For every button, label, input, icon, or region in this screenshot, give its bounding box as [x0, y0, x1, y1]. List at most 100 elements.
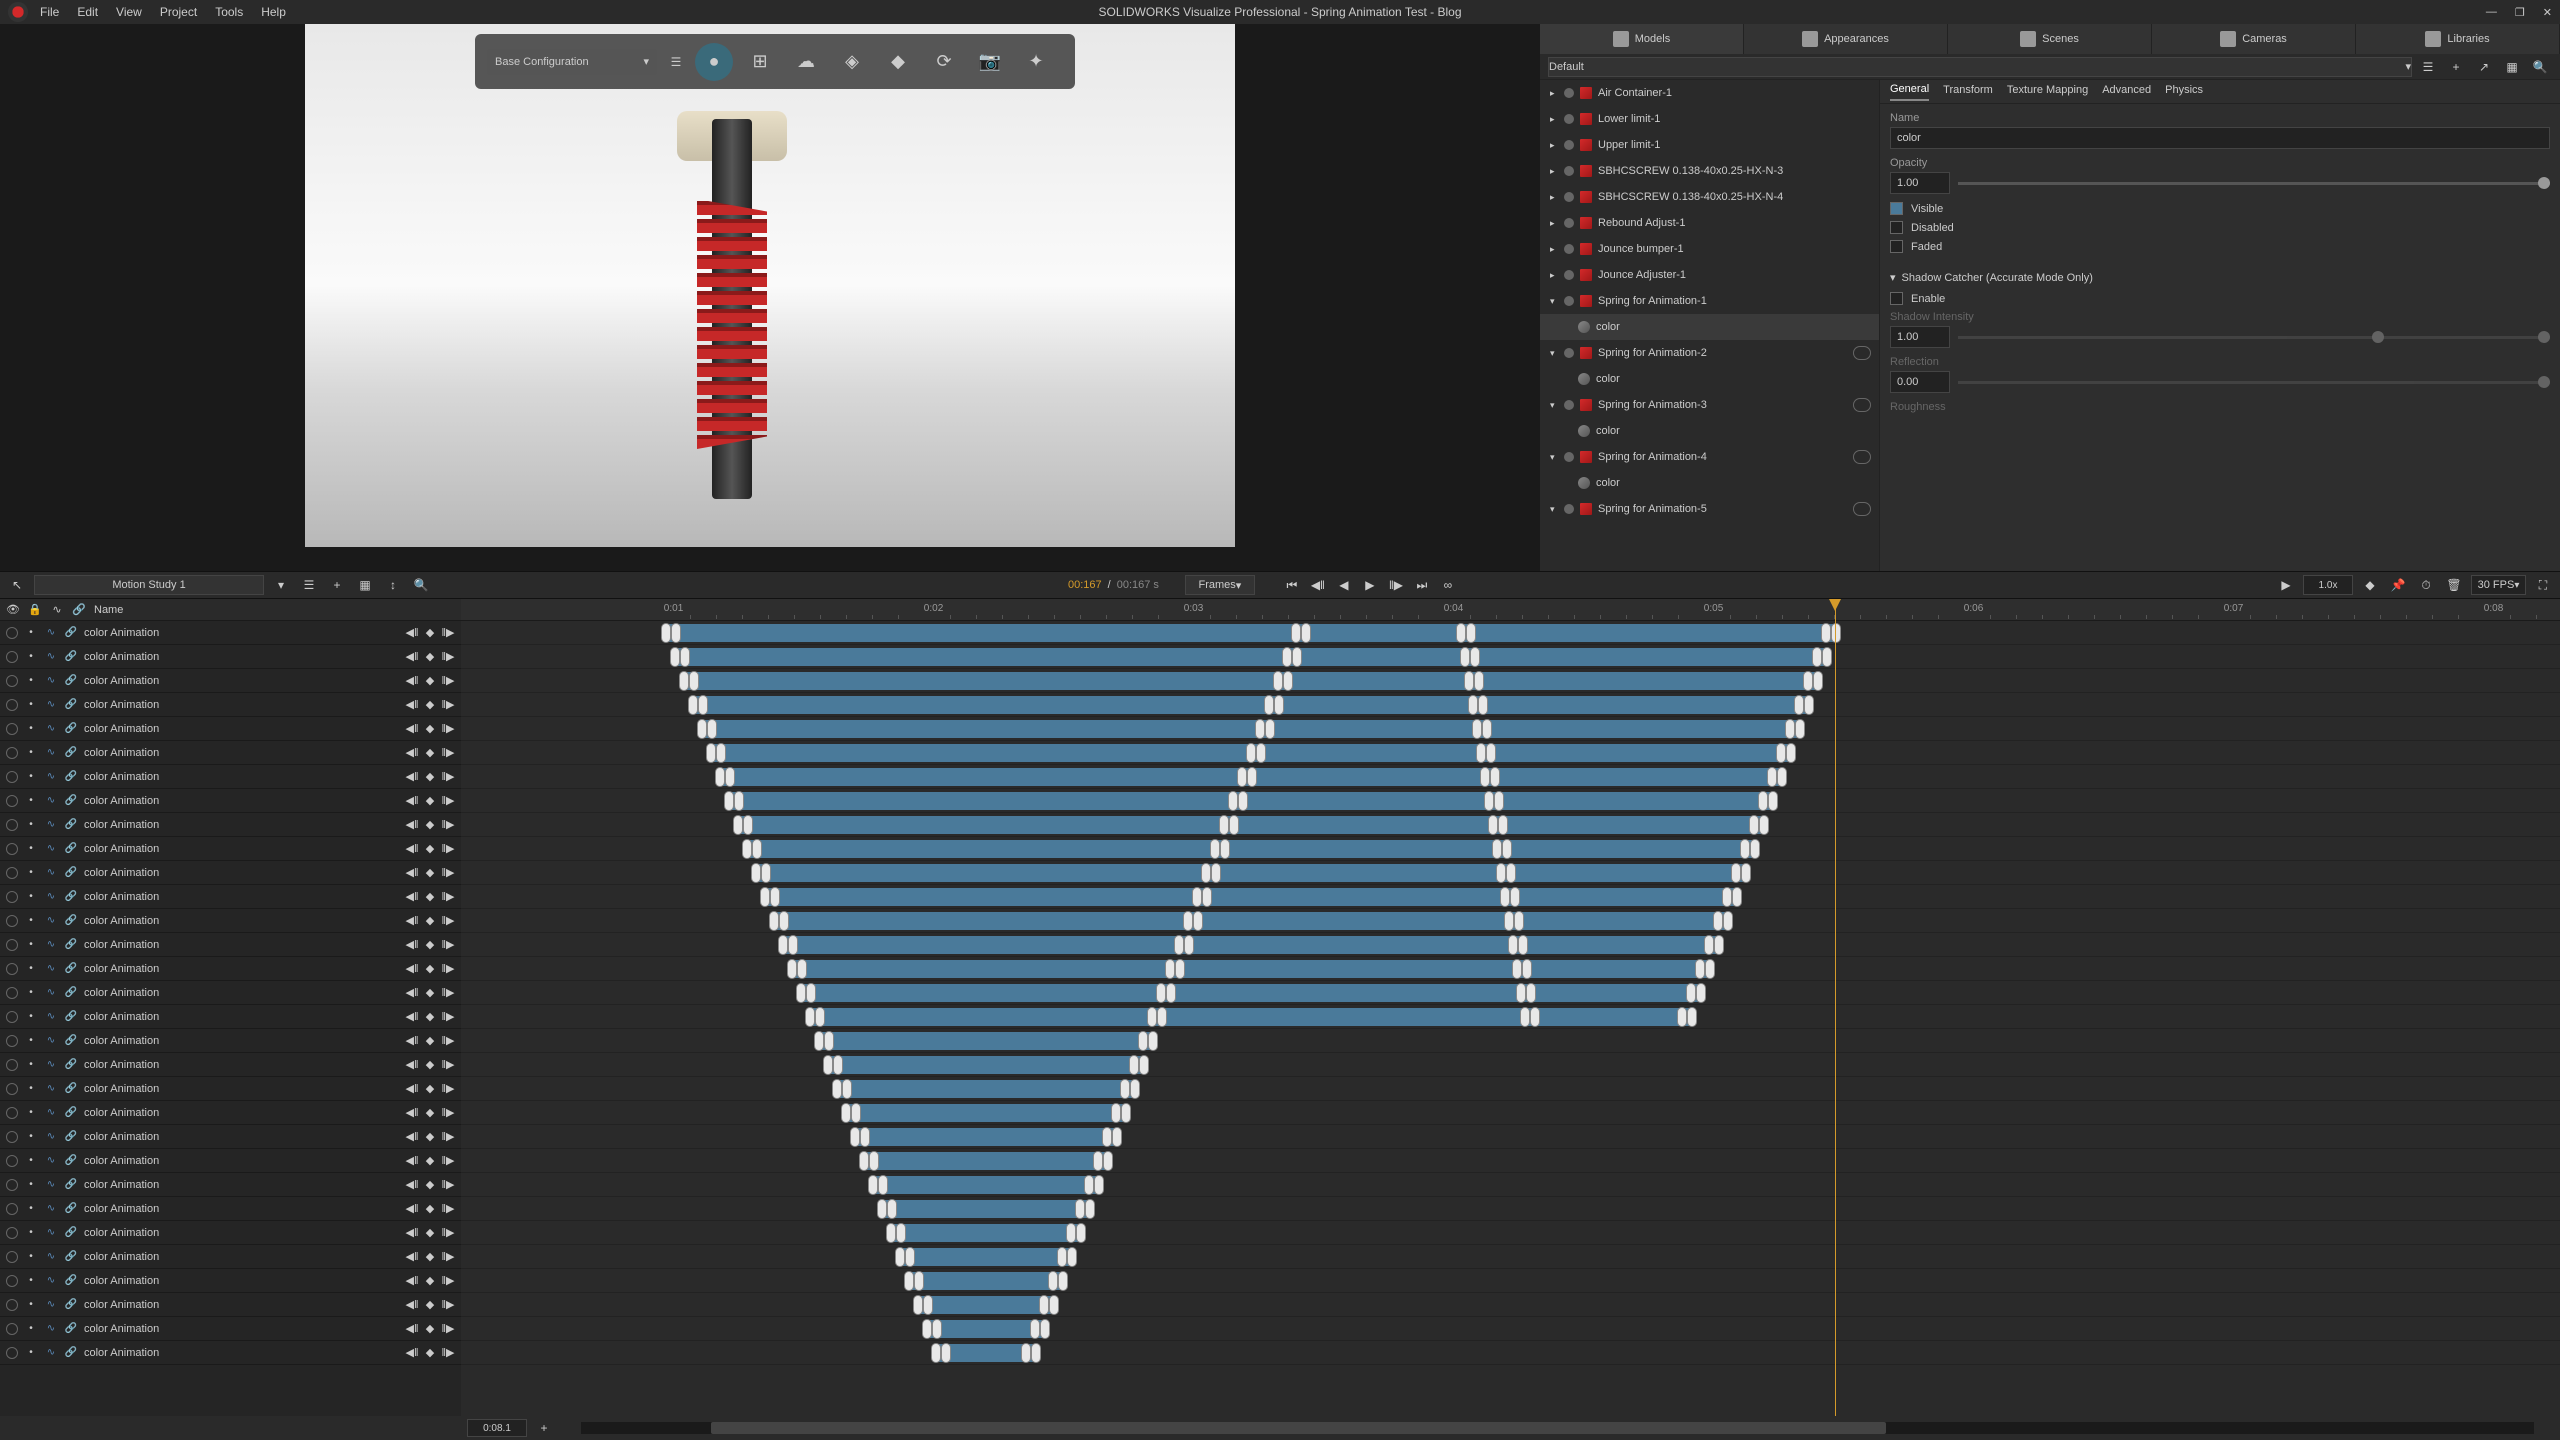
track-row[interactable]: •∿ 🔗 color Animation ◀‖ ◆ ‖▶ — [0, 1005, 461, 1029]
keyframe[interactable] — [1040, 1319, 1050, 1339]
next-key-icon[interactable]: ‖▶ — [441, 842, 455, 856]
keyframe[interactable] — [1238, 791, 1248, 811]
prev-key-icon[interactable]: ◀‖ — [405, 866, 419, 880]
eye-icon[interactable] — [6, 891, 18, 903]
keyframe[interactable] — [1500, 887, 1510, 907]
eye-icon[interactable] — [6, 1107, 18, 1119]
track-row[interactable]: •∿ 🔗 color Animation ◀‖ ◆ ‖▶ — [0, 861, 461, 885]
list-icon[interactable]: ☰ — [2416, 57, 2440, 77]
keyframe[interactable] — [1504, 911, 1514, 931]
key-icon[interactable]: ◆ — [423, 1274, 437, 1288]
tree-item[interactable]: color — [1540, 418, 1879, 444]
keyframe[interactable] — [1291, 623, 1301, 643]
keyframe-row[interactable] — [461, 957, 2560, 981]
keyframe[interactable] — [725, 767, 735, 787]
eye-icon[interactable] — [6, 963, 18, 975]
eye-icon[interactable] — [6, 795, 18, 807]
keyframe[interactable] — [1184, 935, 1194, 955]
keyframe-row[interactable] — [461, 1029, 2560, 1053]
keyframe[interactable] — [1705, 959, 1715, 979]
eye-icon[interactable] — [6, 819, 18, 831]
menu-edit[interactable]: Edit — [77, 5, 98, 19]
keyframe[interactable] — [1786, 743, 1796, 763]
keyframe-row[interactable] — [461, 1341, 2560, 1365]
keyframe[interactable] — [1488, 815, 1498, 835]
keyframe-row[interactable] — [461, 789, 2560, 813]
keyframe-row[interactable] — [461, 1221, 2560, 1245]
keyframe[interactable] — [1496, 863, 1506, 883]
track-row[interactable]: •∿ 🔗 color Animation ◀‖ ◆ ‖▶ — [0, 741, 461, 765]
tab-models[interactable]: Models — [1540, 24, 1744, 54]
keyframe[interactable] — [1470, 647, 1480, 667]
keyframe[interactable] — [1492, 839, 1502, 859]
keyframe[interactable] — [787, 959, 797, 979]
keyframe[interactable] — [1220, 839, 1230, 859]
keyframe[interactable] — [1265, 719, 1275, 739]
eye-icon[interactable] — [6, 1275, 18, 1287]
next-key-icon[interactable]: ‖▶ — [441, 746, 455, 760]
keyframe[interactable] — [1804, 695, 1814, 715]
render-mode-2-icon[interactable]: ⊞ — [741, 43, 779, 81]
keyframe[interactable] — [1066, 1223, 1076, 1243]
keyframe-row[interactable] — [461, 693, 2560, 717]
prev-key-icon[interactable]: ◀‖ — [405, 1154, 419, 1168]
track-row[interactable]: •∿ 🔗 color Animation ◀‖ ◆ ‖▶ — [0, 1197, 461, 1221]
keyframe[interactable] — [1274, 695, 1284, 715]
track-row[interactable]: •∿ 🔗 color Animation ◀‖ ◆ ‖▶ — [0, 1029, 461, 1053]
keyframe[interactable] — [1821, 623, 1831, 643]
keyframe[interactable] — [1687, 1007, 1697, 1027]
keyframe-row[interactable] — [461, 1125, 2560, 1149]
key-icon[interactable]: ◆ — [423, 770, 437, 784]
visibility-icon[interactable] — [1853, 502, 1871, 516]
keyframe[interactable] — [1526, 983, 1536, 1003]
track-row[interactable]: •∿ 🔗 color Animation ◀‖ ◆ ‖▶ — [0, 1053, 461, 1077]
keyframe[interactable] — [842, 1079, 852, 1099]
keyframe[interactable] — [734, 791, 744, 811]
next-key-icon[interactable]: ‖▶ — [441, 866, 455, 880]
keyframe[interactable] — [1219, 815, 1229, 835]
loop-icon[interactable]: ∞ — [1437, 574, 1459, 596]
prev-key-icon[interactable]: ◀‖ — [405, 1178, 419, 1192]
next-key-icon[interactable]: ‖▶ — [441, 890, 455, 904]
keyframe-row[interactable] — [461, 981, 2560, 1005]
key-icon[interactable]: ◆ — [423, 938, 437, 952]
next-key-icon[interactable]: ‖▶ — [441, 1058, 455, 1072]
tree-item[interactable]: color — [1540, 366, 1879, 392]
list-icon[interactable]: ☰ — [298, 574, 320, 596]
keyframe[interactable] — [1520, 1007, 1530, 1027]
key-icon[interactable]: ◆ — [423, 674, 437, 688]
next-key-icon[interactable]: ‖▶ — [441, 962, 455, 976]
keyframe[interactable] — [1480, 767, 1490, 787]
prev-key-icon[interactable]: ◀‖ — [405, 1034, 419, 1048]
next-key-icon[interactable]: ‖▶ — [441, 674, 455, 688]
eye-icon[interactable] — [6, 1251, 18, 1263]
keyframe[interactable] — [1512, 959, 1522, 979]
keyframe[interactable] — [1722, 887, 1732, 907]
key-icon[interactable]: ◆ — [423, 698, 437, 712]
keyframe[interactable] — [778, 935, 788, 955]
keyframe[interactable] — [806, 983, 816, 1003]
eye-icon[interactable] — [6, 867, 18, 879]
default-dropdown[interactable]: Default▾ — [1548, 57, 2412, 77]
keyframe[interactable] — [1157, 1007, 1167, 1027]
tab-scenes[interactable]: Scenes — [1948, 24, 2152, 54]
eye-icon[interactable] — [6, 1059, 18, 1071]
keyframe[interactable] — [1466, 623, 1476, 643]
keyframe[interactable] — [1283, 671, 1293, 691]
eye-icon[interactable] — [6, 1179, 18, 1191]
keyframe-row[interactable] — [461, 861, 2560, 885]
prev-key-icon[interactable]: ◀‖ — [405, 1298, 419, 1312]
keyframe[interactable] — [1506, 863, 1516, 883]
fps-dropdown[interactable]: 30 FPS ▾ — [2471, 575, 2526, 595]
keyframe-row[interactable] — [461, 1317, 2560, 1341]
track-row[interactable]: •∿ 🔗 color Animation ◀‖ ◆ ‖▶ — [0, 1269, 461, 1293]
eye-icon[interactable] — [6, 747, 18, 759]
keyframe-row[interactable] — [461, 1245, 2560, 1269]
next-key-icon[interactable]: ‖▶ — [441, 1154, 455, 1168]
track-row[interactable]: •∿ 🔗 color Animation ◀‖ ◆ ‖▶ — [0, 1101, 461, 1125]
keyframe[interactable] — [679, 671, 689, 691]
keyframe[interactable] — [1273, 671, 1283, 691]
keyframe[interactable] — [1767, 767, 1777, 787]
keyframe[interactable] — [761, 863, 771, 883]
keyframe[interactable] — [1758, 791, 1768, 811]
